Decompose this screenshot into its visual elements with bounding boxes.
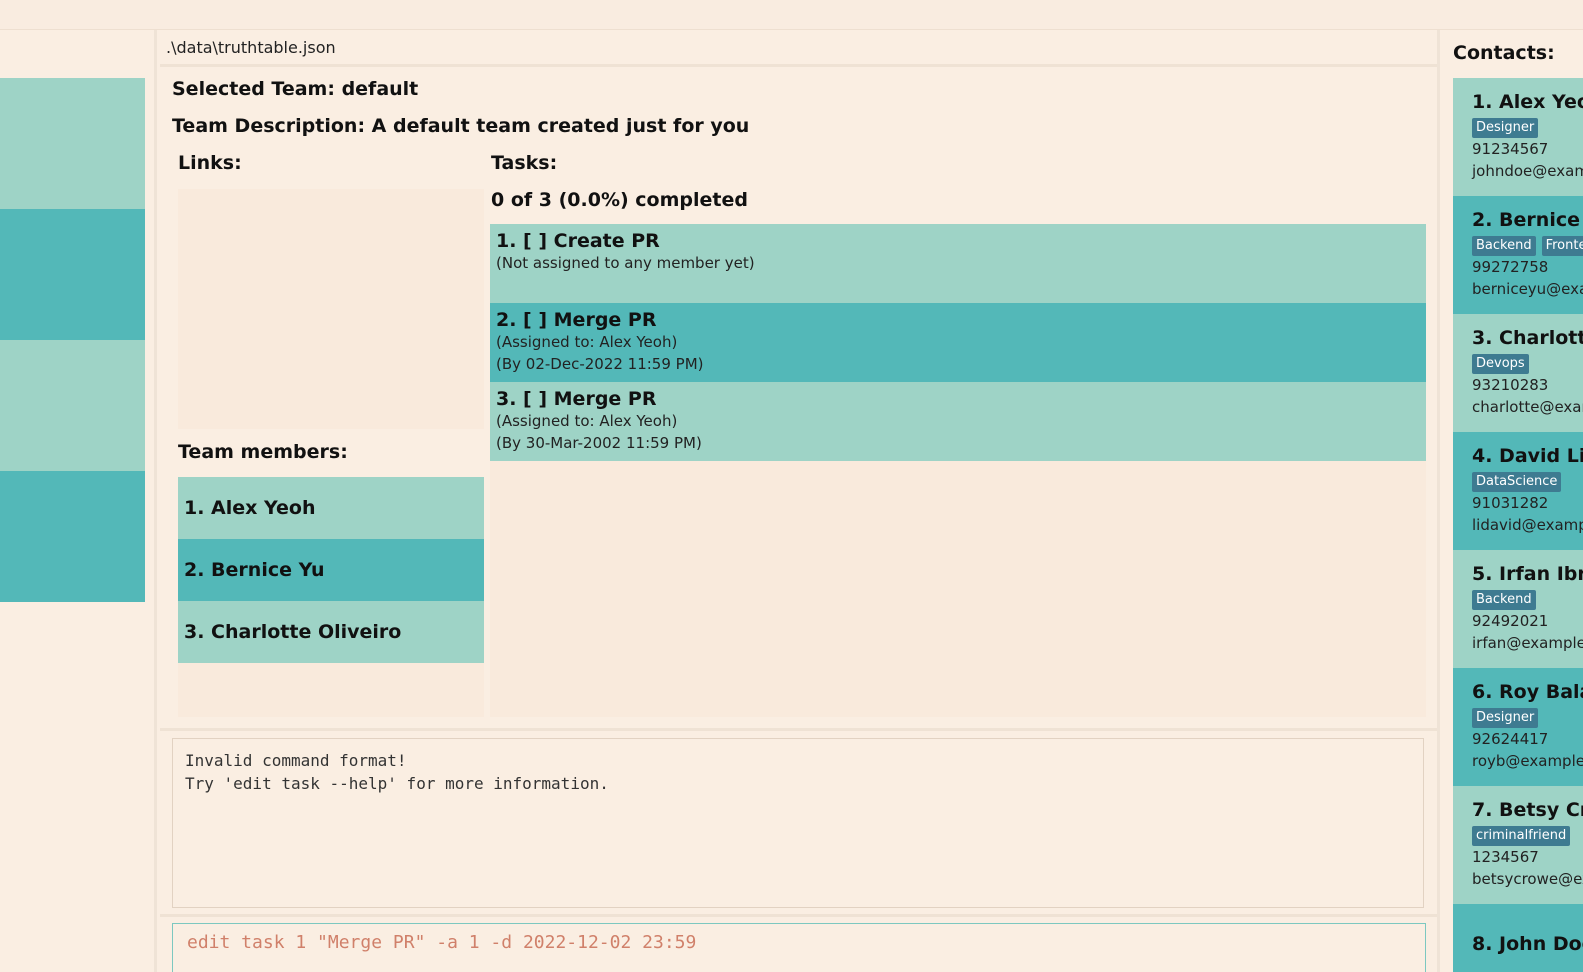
team-list-item[interactable] [0, 340, 145, 471]
contact-name: 4. David Li [1472, 445, 1583, 467]
contact-tag: DataScience [1472, 472, 1562, 492]
team-description: Team Description: A default team created… [172, 115, 750, 137]
file-path: .\data\truthtable.json [166, 38, 336, 57]
contact-tag: Backend [1472, 236, 1536, 256]
task-assignee: (Assigned to: Alex Yeoh) [496, 412, 678, 430]
main-panel: .\data\truthtable.json Selected Team: de… [160, 30, 1437, 972]
contact-card[interactable]: 7. Betsy Crowe criminalfriend 1234567 be… [1453, 786, 1583, 904]
contact-tag: Devops [1472, 354, 1529, 374]
contacts-heading: Contacts: [1453, 42, 1555, 64]
task-item[interactable]: 1. [ ] Create PR (Not assigned to any me… [490, 224, 1426, 303]
contact-tag: Designer [1472, 708, 1539, 728]
contact-name: 2. Bernice Yu [1472, 209, 1583, 231]
task-item[interactable]: 3. [ ] Merge PR (Assigned to: Alex Yeoh)… [490, 382, 1426, 461]
split-divider-command[interactable] [160, 914, 1437, 917]
team-list-item[interactable] [0, 78, 145, 209]
member-item[interactable]: 1. Alex Yeoh [178, 477, 484, 539]
members-list[interactable]: 1. Alex Yeoh 2. Bernice Yu 3. Charlotte … [178, 477, 484, 717]
contact-card[interactable]: 6. Roy Balakrishnan Designer 92624417 ro… [1453, 668, 1583, 786]
task-item[interactable]: 2. [ ] Merge PR (Assigned to: Alex Yeoh)… [490, 303, 1426, 382]
task-deadline: (By 30-Mar-2002 11:59 PM) [496, 434, 702, 452]
result-line: Try 'edit task --help' for more informat… [185, 774, 609, 793]
contact-email: betsycrowe@example.com [1472, 870, 1583, 888]
contact-phone: 91234567 [1472, 140, 1549, 158]
contact-email: johndoe@example.com [1472, 162, 1583, 180]
task-deadline: (By 02-Dec-2022 11:59 PM) [496, 355, 704, 373]
links-list[interactable] [178, 189, 484, 429]
contact-name: 5. Irfan Ibrahim [1472, 563, 1583, 585]
selected-team: Selected Team: default [172, 78, 419, 100]
tasks-heading: Tasks: [491, 152, 558, 174]
contact-phone: 92624417 [1472, 730, 1549, 748]
contact-phone: 1234567 [1472, 848, 1539, 866]
contact-email: berniceyu@example.com [1472, 280, 1583, 298]
contact-name: 1. Alex Yeoh [1472, 91, 1583, 113]
contacts-panel: Contacts: 1. Alex Yeoh Designer 91234567… [1441, 30, 1583, 972]
split-divider-result[interactable] [160, 728, 1437, 731]
contact-email: charlotte@example.com [1472, 398, 1583, 416]
contact-phone: 91031282 [1472, 494, 1549, 512]
tasks-progress: 0 of 3 (0.0%) completed [491, 189, 748, 211]
team-list-item[interactable] [0, 209, 145, 340]
contact-phone: 93210283 [1472, 376, 1549, 394]
contact-tag: Frontend [1541, 236, 1583, 256]
file-path-bar: .\data\truthtable.json [160, 30, 1437, 67]
contact-card[interactable]: 1. Alex Yeoh Designer 91234567 johndoe@e… [1453, 78, 1583, 196]
contact-email: lidavid@example.com [1472, 516, 1583, 534]
contact-name: 8. John Doe [1472, 933, 1583, 955]
command-input[interactable]: edit task 1 "Merge PR" -a 1 -d 2022-12-0… [172, 923, 1426, 972]
contact-card[interactable]: 8. John Doe [1453, 904, 1583, 972]
split-divider-right[interactable] [1437, 30, 1440, 972]
member-item[interactable]: 3. Charlotte Oliveiro [178, 601, 484, 663]
contact-phone: 99272758 [1472, 258, 1549, 276]
contact-email: royb@example.com [1472, 752, 1583, 770]
team-list-item[interactable] [0, 471, 145, 602]
members-heading: Team members: [178, 441, 348, 463]
task-assignee: (Not assigned to any member yet) [496, 254, 755, 272]
contact-email: irfan@example.com [1472, 634, 1583, 652]
contact-name: 7. Betsy Crowe [1472, 799, 1583, 821]
task-title: 2. [ ] Merge PR [496, 309, 657, 331]
contact-card[interactable]: 5. Irfan Ibrahim Backend 92492021 irfan@… [1453, 550, 1583, 668]
task-list[interactable]: 1. [ ] Create PR (Not assigned to any me… [490, 224, 1426, 717]
result-display[interactable]: Invalid command format! Try 'edit task --… [172, 738, 1424, 908]
contact-phone: 92492021 [1472, 612, 1549, 630]
member-item[interactable]: 2. Bernice Yu [178, 539, 484, 601]
contact-tag: Backend [1472, 590, 1536, 610]
team-list-panel [0, 30, 145, 972]
contact-tag: Designer [1472, 118, 1539, 138]
contact-name: 6. Roy Balakrishnan [1472, 681, 1583, 703]
contact-tag: criminalfriend [1472, 826, 1571, 846]
links-heading: Links: [178, 152, 242, 174]
split-divider-left[interactable] [154, 30, 157, 972]
task-assignee: (Assigned to: Alex Yeoh) [496, 333, 678, 351]
result-line: Invalid command format! [185, 751, 407, 770]
menu-bar [0, 0, 1583, 30]
contact-card[interactable]: 3. Charlotte Oliveiro Devops 93210283 ch… [1453, 314, 1583, 432]
contact-card[interactable]: 2. Bernice Yu BackendFrontend 99272758 b… [1453, 196, 1583, 314]
task-title: 1. [ ] Create PR [496, 230, 660, 252]
task-title: 3. [ ] Merge PR [496, 388, 657, 410]
contact-card[interactable]: 4. David Li DataScience 91031282 lidavid… [1453, 432, 1583, 550]
contact-name: 3. Charlotte Oliveiro [1472, 327, 1583, 349]
